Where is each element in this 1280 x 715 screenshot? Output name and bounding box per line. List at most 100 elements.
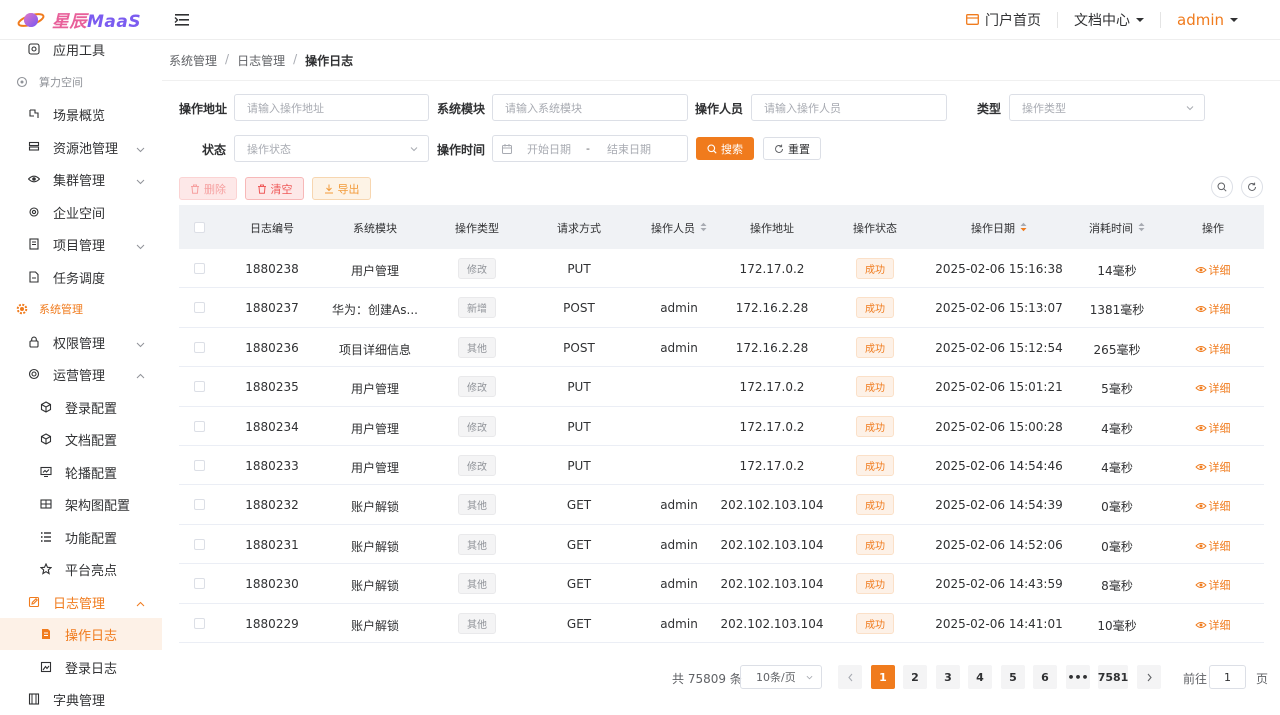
operation-type-tag: 其他 [458, 533, 496, 555]
page-button[interactable]: 2 [903, 665, 927, 689]
menu-toggle-icon[interactable] [174, 13, 192, 27]
row-checkbox[interactable] [194, 341, 205, 353]
sidebar-item-label: 权限管理 [53, 336, 106, 352]
chevron-up-icon [136, 370, 145, 379]
sidebar-item[interactable]: 运营管理 [0, 358, 162, 390]
end-date-input[interactable]: 结束日期 [607, 141, 651, 157]
page-button[interactable]: 6 [1033, 665, 1057, 689]
export-button[interactable]: 导出 [312, 177, 371, 200]
refresh-icon [1248, 182, 1256, 191]
row-checkbox[interactable] [194, 538, 205, 550]
sidebar-item-label: 日志管理 [53, 596, 106, 612]
sort-icon[interactable] [1020, 222, 1027, 235]
address-input[interactable]: 请输入操作地址 [234, 94, 429, 121]
sidebar-item[interactable]: 登录日志 [0, 651, 162, 683]
sidebar-item[interactable]: 日志管理 [0, 586, 162, 618]
sidebar-item[interactable]: 资源池管理 [0, 131, 162, 163]
status-badge: 成功 [856, 494, 894, 516]
user-menu[interactable]: admin [1161, 10, 1254, 30]
sidebar-item[interactable]: 项目管理 [0, 228, 162, 260]
app-logo[interactable]: 星辰MaaS [0, 0, 162, 40]
more-pages-button[interactable]: ••• [1066, 665, 1090, 689]
row-checkbox[interactable] [194, 578, 205, 590]
row-checkbox[interactable] [194, 420, 205, 432]
delete-button[interactable]: 删除 [179, 177, 237, 200]
sidebar-item[interactable]: 任务调度 [0, 261, 162, 293]
sort-icon[interactable] [700, 222, 707, 235]
breadcrumb-item[interactable]: 日志管理 [237, 52, 285, 69]
prev-page-button[interactable] [838, 665, 862, 689]
edit-icon [28, 596, 40, 608]
lock-icon [28, 336, 40, 348]
sidebar-item[interactable]: 功能配置 [0, 521, 162, 553]
operator-input[interactable]: 请输入操作人员 [751, 94, 947, 121]
status-badge: 成功 [856, 573, 894, 595]
page-button[interactable]: 4 [968, 665, 992, 689]
eye-icon [1195, 542, 1207, 549]
row-checkbox[interactable] [194, 263, 205, 274]
page-button[interactable]: 5 [1001, 665, 1025, 689]
sidebar-item[interactable]: 系统管理 [0, 293, 162, 325]
select-all-checkbox[interactable] [194, 222, 205, 233]
sidebar-item[interactable]: 平台亮点 [0, 553, 162, 585]
column-header[interactable]: 操作人员 [651, 220, 707, 236]
sidebar-item[interactable]: 场景概览 [0, 98, 162, 130]
goto-page-input[interactable]: 1 [1209, 665, 1246, 689]
row-checkbox[interactable] [194, 302, 205, 314]
page-button[interactable]: 3 [936, 665, 960, 689]
module-input[interactable]: 请输入系统模块 [492, 94, 688, 121]
docs-center-dropdown[interactable]: 文档中心 [1058, 10, 1160, 30]
page-button[interactable]: 7581 [1098, 665, 1128, 689]
sidebar-item[interactable]: 权限管理 [0, 326, 162, 358]
sidebar-item-label: 应用工具 [53, 43, 106, 59]
sidebar-item[interactable]: 应用工具 [0, 40, 162, 65]
column-header: 操作状态 [853, 222, 897, 235]
cell-method: PUT [567, 380, 591, 395]
page-button[interactable]: 1 [871, 665, 895, 689]
sidebar-item[interactable]: 企业空间 [0, 196, 162, 228]
detail-link[interactable]: 详细 [1195, 538, 1231, 554]
cell-cost: 1381毫秒 [1089, 303, 1145, 318]
sidebar-item[interactable]: 架构图配置 [0, 488, 162, 520]
page-size-select[interactable]: 10条/页 [740, 665, 822, 689]
detail-link[interactable]: 详细 [1195, 341, 1231, 357]
detail-link[interactable]: 详细 [1195, 380, 1231, 396]
column-header[interactable]: 操作日期 [971, 220, 1027, 236]
reset-button[interactable]: 重置 [763, 137, 821, 160]
status-select[interactable]: 操作状态 [234, 135, 429, 162]
operation-type-tag: 修改 [458, 455, 496, 476]
table-row: 1880231 账户解锁 其他 GET admin 202.102.103.104 成功 20… [179, 525, 1264, 565]
column-header[interactable]: 消耗时间 [1089, 220, 1145, 236]
date-range-picker[interactable]: 开始日期 - 结束日期 [492, 135, 688, 162]
cell-ip: 202.102.103.104 [720, 498, 824, 513]
detail-link[interactable]: 详细 [1195, 420, 1231, 436]
type-select[interactable]: 操作类型 [1009, 94, 1205, 121]
search-button[interactable]: 搜索 [696, 137, 754, 160]
sidebar-item[interactable]: 轮播配置 [0, 456, 162, 488]
row-checkbox[interactable] [194, 499, 205, 511]
toggle-search-button[interactable] [1211, 176, 1233, 198]
sidebar-item[interactable]: 集群管理 [0, 163, 162, 195]
next-page-button[interactable] [1137, 665, 1161, 689]
detail-link[interactable]: 详细 [1195, 459, 1231, 475]
status-badge: 成功 [856, 533, 894, 555]
portal-home-link[interactable]: 门户首页 [950, 10, 1057, 30]
sidebar-item[interactable]: 字典管理 [0, 683, 162, 715]
sort-icon[interactable] [1138, 222, 1145, 235]
detail-link[interactable]: 详细 [1195, 301, 1231, 317]
start-date-input[interactable]: 开始日期 [527, 141, 571, 157]
detail-link[interactable]: 详细 [1195, 577, 1231, 593]
breadcrumb-item[interactable]: 系统管理 [169, 52, 217, 69]
row-checkbox[interactable] [194, 617, 205, 629]
detail-link[interactable]: 详细 [1195, 617, 1231, 633]
refresh-table-button[interactable] [1241, 176, 1263, 198]
row-checkbox[interactable] [194, 381, 205, 393]
detail-link[interactable]: 详细 [1195, 262, 1231, 278]
clear-button[interactable]: 清空 [245, 177, 304, 200]
cell-cost: 5毫秒 [1101, 382, 1133, 397]
sidebar-item[interactable]: 操作日志 [0, 618, 162, 650]
sidebar-item[interactable]: 登录配置 [0, 391, 162, 423]
row-checkbox[interactable] [194, 460, 205, 471]
sidebar-item[interactable]: 文档配置 [0, 423, 162, 455]
detail-link[interactable]: 详细 [1195, 498, 1231, 514]
